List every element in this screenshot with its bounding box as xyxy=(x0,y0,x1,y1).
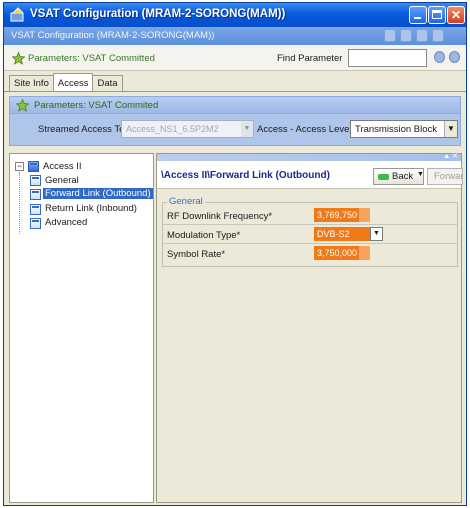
param-label: Symbol Rate* xyxy=(167,249,226,260)
navigation-tree: − Access II General Forward Link (Outbou… xyxy=(9,153,154,503)
breadcrumb: \Access II\Forward Link (Outbound) xyxy=(161,170,330,181)
title-bar[interactable]: VSAT Configuration (MRAM-2-SORONG(MAM)) … xyxy=(4,3,466,27)
page-icon xyxy=(30,218,41,229)
value-spin-area xyxy=(359,208,370,222)
tree-root-access-ii[interactable]: Access II xyxy=(43,161,82,172)
tab-data[interactable]: Data xyxy=(92,75,123,91)
status-toolbar: Parameters: VSAT Committed Find Paramete… xyxy=(4,45,466,71)
panel-header: \Access II\Forward Link (Outbound) Back … xyxy=(157,161,463,189)
folder-icon xyxy=(28,161,39,172)
general-group: General RF Downlink Frequency* 3,769,750… xyxy=(162,196,458,267)
tab-site-info[interactable]: Site Info xyxy=(9,75,54,91)
star-icon xyxy=(16,99,29,112)
page-icon xyxy=(30,204,41,215)
chevron-down-icon[interactable]: ▼ xyxy=(241,121,253,137)
close-button[interactable]: ✕ xyxy=(447,6,465,24)
check-icon[interactable] xyxy=(384,29,396,42)
forward-button[interactable]: Forward xyxy=(427,168,463,185)
window-title: VSAT Configuration (MRAM-2-SORONG(MAM)) xyxy=(30,8,286,20)
back-button-label: Back xyxy=(392,171,414,182)
modulation-type-select[interactable]: DVB-S2 xyxy=(314,227,370,241)
access-level-select[interactable]: Transmission Block ▼ xyxy=(350,120,458,138)
subbar-tools xyxy=(384,29,444,42)
param-row-symbol-rate: Symbol Rate* 3,750,000 xyxy=(163,244,457,263)
panel-controls-icon[interactable]: ▲ ✕ xyxy=(443,152,458,160)
param-row-modulation: Modulation Type* DVB-S2 ▼ xyxy=(163,225,457,244)
star-icon xyxy=(12,52,25,65)
tree-item-forward-link[interactable]: Forward Link (Outbound) xyxy=(43,188,153,199)
chevron-down-icon[interactable]: ▼ xyxy=(444,121,457,137)
collapse-icon[interactable]: − xyxy=(15,162,24,171)
maximize-icon xyxy=(432,10,442,19)
edit-icon[interactable] xyxy=(432,29,444,42)
parameter-panel: ▲ ✕ \Access II\Forward Link (Outbound) B… xyxy=(156,152,463,503)
inner-status-bar: Parameters: VSAT Commited xyxy=(9,96,461,114)
tree-item-advanced[interactable]: Advanced xyxy=(45,217,87,228)
param-label: Modulation Type* xyxy=(167,230,241,241)
search-icon[interactable] xyxy=(434,51,445,63)
search-next-icon[interactable] xyxy=(449,51,460,63)
param-label: RF Downlink Frequency* xyxy=(167,211,273,222)
param-value: DVB-S2 xyxy=(317,229,350,239)
streamed-access-template-select[interactable]: Access_NS1_6.5P2M2 ▼ xyxy=(121,120,254,138)
rf-downlink-frequency-input[interactable]: 3,769,750 xyxy=(314,208,370,222)
tree-connector xyxy=(19,172,20,234)
access-settings-row: Streamed Access Template Access_NS1_6.5P… xyxy=(9,114,461,146)
access-level-value: Transmission Block xyxy=(355,124,438,135)
find-parameter-label: Find Parameter xyxy=(277,53,343,64)
back-arrow-icon xyxy=(378,174,389,180)
tab-strip: Site Info Access Data xyxy=(9,73,123,91)
close-icon: ✕ xyxy=(450,8,462,22)
tab-access[interactable]: Access xyxy=(52,73,94,91)
maximize-button[interactable] xyxy=(428,6,446,24)
chevron-down-icon[interactable]: ▼ xyxy=(370,227,383,241)
tree-item-return-link[interactable]: Return Link (Inbound) xyxy=(45,203,137,214)
param-value: 3,769,750 xyxy=(317,210,358,220)
minimize-button[interactable] xyxy=(409,6,427,24)
window-subtitle: VSAT Configuration (MRAM-2-SORONG(MAM)) xyxy=(11,30,215,41)
refresh-icon[interactable] xyxy=(400,29,412,42)
app-icon xyxy=(10,7,24,22)
vsat-configuration-window: VSAT Configuration (MRAM-2-SORONG(MAM)) … xyxy=(3,2,467,506)
param-row-rf-downlink: RF Downlink Frequency* 3,769,750 xyxy=(163,206,457,225)
symbol-rate-input[interactable]: 3,750,000 xyxy=(314,246,370,260)
chevron-down-icon[interactable]: ▼ xyxy=(417,171,424,178)
tab-divider xyxy=(4,91,466,92)
grid-icon[interactable] xyxy=(416,29,428,42)
find-parameter-input[interactable] xyxy=(348,49,427,67)
committed-status-text: Parameters: VSAT Committed xyxy=(28,53,155,64)
value-spin-area xyxy=(359,246,370,260)
forward-button-label: Forward xyxy=(434,171,462,182)
access-level-label: Access - Access Level xyxy=(257,124,352,135)
streamed-access-template-value: Access_NS1_6.5P2M2 xyxy=(126,124,219,134)
page-icon xyxy=(30,189,41,200)
minimize-icon xyxy=(414,17,421,19)
back-button[interactable]: Back ▼ xyxy=(373,168,424,185)
panel-header-band: ▲ ✕ xyxy=(157,152,461,161)
subtitle-bar: VSAT Configuration (MRAM-2-SORONG(MAM)) xyxy=(4,27,466,45)
param-value: 3,750,000 xyxy=(317,248,358,258)
tree-item-general[interactable]: General xyxy=(45,175,79,186)
page-icon xyxy=(30,175,41,186)
inner-status-text: Parameters: VSAT Commited xyxy=(34,100,159,111)
find-tools xyxy=(434,51,460,63)
